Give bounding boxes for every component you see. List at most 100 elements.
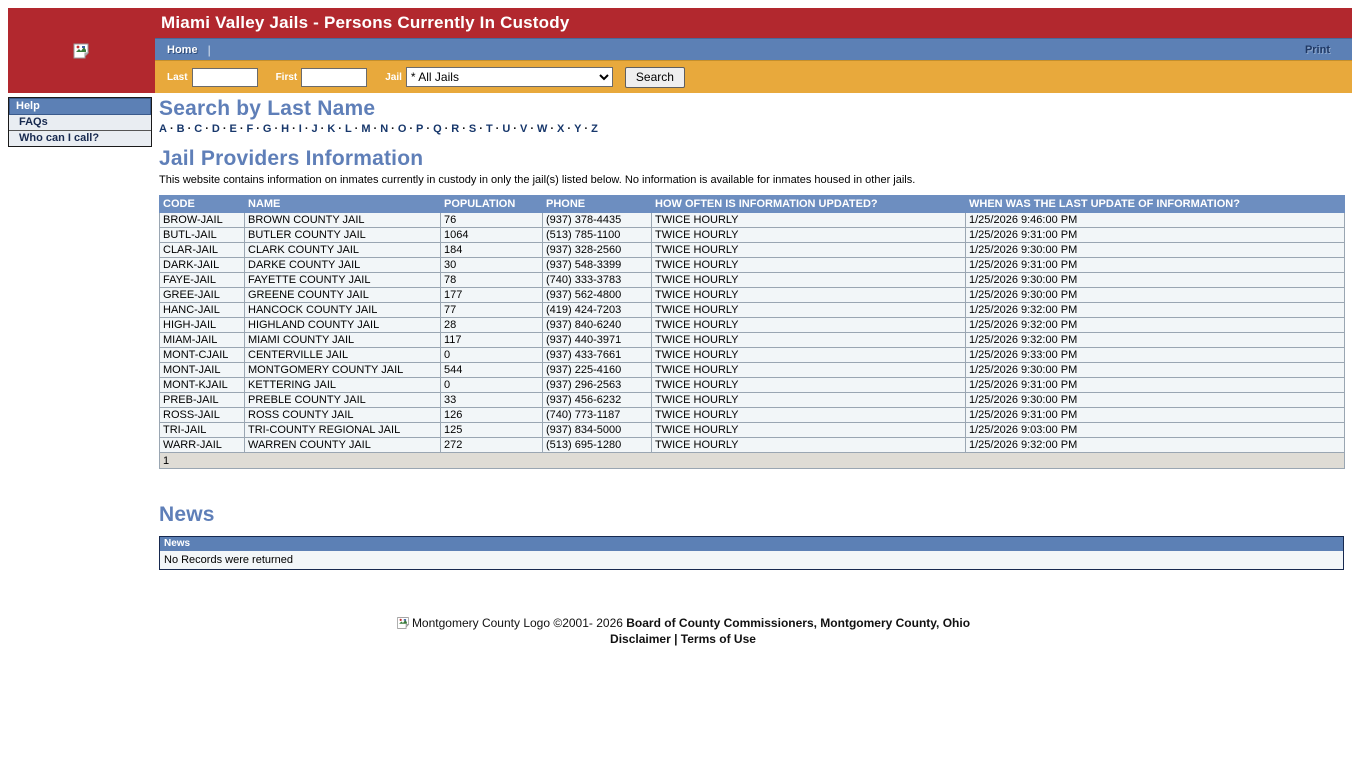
table-cell: MIAMI COUNTY JAIL: [245, 333, 441, 348]
table-row: DARK-JAILDARKE COUNTY JAIL30(937) 548-33…: [160, 258, 1345, 273]
table-cell: 1/25/2026 9:30:00 PM: [966, 363, 1345, 378]
letter-link-m[interactable]: M: [361, 123, 370, 135]
col-header-last-update: WHEN WAS THE LAST UPDATE OF INFORMATION?: [966, 196, 1345, 213]
first-name-label: First: [276, 72, 298, 83]
letter-separator: ·: [253, 123, 263, 135]
jail-select[interactable]: * All Jails: [406, 67, 613, 87]
table-cell: ROSS COUNTY JAIL: [245, 408, 441, 423]
table-cell: 78: [441, 273, 543, 288]
nav-home-link[interactable]: Home: [167, 44, 198, 56]
table-cell: TWICE HOURLY: [652, 273, 966, 288]
table-cell: TWICE HOURLY: [652, 348, 966, 363]
footer-copyright-owner: Board of County Commissioners, Montgomer…: [626, 616, 970, 630]
table-row: ROSS-JAILROSS COUNTY JAIL126(740) 773-11…: [160, 408, 1345, 423]
letter-separator: ·: [202, 123, 212, 135]
jail-label: Jail: [385, 72, 402, 83]
table-cell: 1/25/2026 9:31:00 PM: [966, 408, 1345, 423]
letter-separator: ·: [527, 123, 537, 135]
table-cell: BUTL-JAIL: [160, 228, 245, 243]
terms-of-use-link[interactable]: Terms of Use: [681, 632, 756, 646]
table-cell: 30: [441, 258, 543, 273]
footer-links: Disclaimer | Terms of Use: [8, 632, 1358, 646]
letter-separator: ·: [388, 123, 398, 135]
table-cell: 28: [441, 318, 543, 333]
title-bar: Miami Valley Jails - Persons Currently I…: [155, 8, 1352, 38]
disclaimer-link[interactable]: Disclaimer: [610, 632, 671, 646]
letter-link-d[interactable]: D: [212, 123, 220, 135]
table-row: MIAM-JAILMIAMI COUNTY JAIL117(937) 440-3…: [160, 333, 1345, 348]
table-cell: 33: [441, 393, 543, 408]
table-cell: (937) 296-2563: [543, 378, 652, 393]
table-cell: HANC-JAIL: [160, 303, 245, 318]
table-cell: 126: [441, 408, 543, 423]
letter-separator: ·: [442, 123, 452, 135]
table-cell: 0: [441, 378, 543, 393]
table-cell: (740) 333-3783: [543, 273, 652, 288]
letter-separator: ·: [220, 123, 230, 135]
sidebar-item-who-can-i-call[interactable]: Who can I call?: [9, 131, 151, 146]
table-cell: PREBLE COUNTY JAIL: [245, 393, 441, 408]
table-cell: 1/25/2026 9:32:00 PM: [966, 318, 1345, 333]
table-cell: 1/25/2026 9:33:00 PM: [966, 348, 1345, 363]
pager-page-number[interactable]: 1: [160, 453, 1345, 469]
letter-link-e[interactable]: E: [230, 123, 237, 135]
table-cell: 0: [441, 348, 543, 363]
letter-link-h[interactable]: H: [281, 123, 289, 135]
table-row: BUTL-JAILBUTLER COUNTY JAIL1064(513) 785…: [160, 228, 1345, 243]
table-cell: TWICE HOURLY: [652, 393, 966, 408]
table-cell: 76: [441, 213, 543, 228]
table-cell: TRI-COUNTY REGIONAL JAIL: [245, 423, 441, 438]
letter-separator: ·: [459, 123, 469, 135]
table-cell: 1/25/2026 9:32:00 PM: [966, 303, 1345, 318]
footer-copyright-prefix: ©2001- 2026: [553, 616, 623, 630]
letter-separator: ·: [271, 123, 281, 135]
letter-separator: ·: [318, 123, 328, 135]
letter-separator: ·: [493, 123, 503, 135]
table-cell: 184: [441, 243, 543, 258]
table-cell: 1/25/2026 9:31:00 PM: [966, 228, 1345, 243]
table-cell: 1/25/2026 9:31:00 PM: [966, 378, 1345, 393]
letter-link-w[interactable]: W: [537, 123, 547, 135]
letter-separator: ·: [352, 123, 362, 135]
letter-link-b[interactable]: B: [177, 123, 185, 135]
table-cell: 125: [441, 423, 543, 438]
nav-separator: |: [208, 43, 211, 57]
sidebar-item-faqs[interactable]: FAQs: [9, 115, 151, 131]
letter-link-n[interactable]: N: [380, 123, 388, 135]
table-cell: TWICE HOURLY: [652, 243, 966, 258]
table-cell: TWICE HOURLY: [652, 363, 966, 378]
letter-link-t[interactable]: T: [486, 123, 493, 135]
letter-separator: ·: [476, 123, 486, 135]
letter-link-j[interactable]: J: [312, 123, 318, 135]
table-cell: TWICE HOURLY: [652, 258, 966, 273]
letter-link-a[interactable]: A: [159, 123, 167, 135]
table-cell: (937) 840-6240: [543, 318, 652, 333]
letter-separator: ·: [289, 123, 299, 135]
table-cell: TWICE HOURLY: [652, 438, 966, 453]
table-cell: MONT-KJAIL: [160, 378, 245, 393]
letter-link-l[interactable]: L: [345, 123, 352, 135]
table-cell: TWICE HOURLY: [652, 378, 966, 393]
table-cell: BROW-JAIL: [160, 213, 245, 228]
last-name-label: Last: [167, 72, 188, 83]
first-name-input[interactable]: [301, 68, 367, 87]
table-cell: HIGHLAND COUNTY JAIL: [245, 318, 441, 333]
letter-separator: ·: [510, 123, 520, 135]
footer-logo-alt-text: Montgomery County Logo: [412, 616, 550, 630]
table-cell: TWICE HOURLY: [652, 318, 966, 333]
table-cell: DARKE COUNTY JAIL: [245, 258, 441, 273]
letter-link-q[interactable]: Q: [433, 123, 442, 135]
last-name-input[interactable]: [192, 68, 258, 87]
table-cell: MIAM-JAIL: [160, 333, 245, 348]
table-cell: FAYE-JAIL: [160, 273, 245, 288]
letter-separator: ·: [335, 123, 345, 135]
letter-separator: ·: [581, 123, 591, 135]
letter-link-z[interactable]: Z: [591, 123, 598, 135]
table-cell: GREE-JAIL: [160, 288, 245, 303]
letter-link-c[interactable]: C: [194, 123, 202, 135]
col-header-name: NAME: [245, 196, 441, 213]
table-cell: TWICE HOURLY: [652, 228, 966, 243]
table-cell: DARK-JAIL: [160, 258, 245, 273]
search-button[interactable]: Search: [625, 67, 685, 88]
nav-print-link[interactable]: Print: [1305, 44, 1330, 56]
